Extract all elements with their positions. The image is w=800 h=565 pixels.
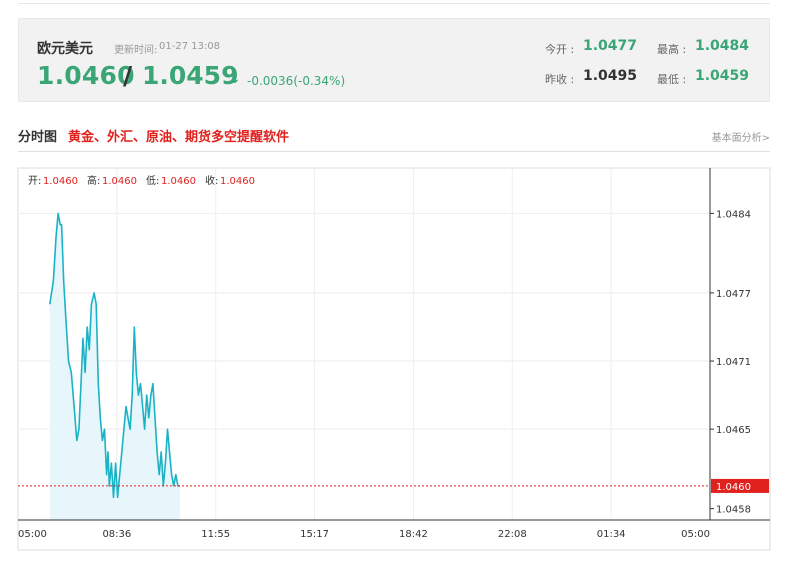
price-tick-label: 1.0458 [716,505,751,516]
price-tick-label: 1.0484 [716,209,751,220]
ad-link[interactable]: 黄金、外汇、原油、期货多空提醒软件 [68,126,289,145]
fundamental-analysis-link[interactable]: 基本面分析> [712,129,770,144]
update-time: 01-27 13:08 [159,41,221,52]
high-readout-label: 高: [87,174,100,187]
update-time-label: 更新时间: [114,45,158,56]
high-value: 1.0484 [695,38,750,54]
open-value: 1.0460 [43,176,78,187]
down-arrow-icon: ↓ [229,71,241,87]
quote-panel: 欧元美元 更新时间: 01-27 13:08 1.0460 / 1.0459 ↓… [18,18,770,102]
time-tick-label: 22:08 [498,529,527,540]
time-tick-label: 05:00 [681,529,710,540]
high-readout-value: 1.0460 [102,176,137,187]
low-readout-label: 低: [146,174,159,187]
top-divider [18,0,770,4]
open-label: 开: [28,176,41,187]
intraday-chart[interactable]: 1.0484 1.0477 1.0471 1.0465 1.0458 05:00 08:3… [0,160,800,560]
high-label: 最高 : [657,43,687,56]
price-tick-label: 1.0471 [716,357,751,368]
price-tick-label: 1.0477 [716,289,751,300]
ask-price: 1.0459 [142,61,239,90]
time-tick-label: 08:36 [102,529,131,540]
time-tick-label: 11:55 [201,529,230,540]
time-tick-label: 18:42 [399,529,428,540]
close-label: 收: [205,174,218,187]
time-tick-label: 15:17 [300,529,329,540]
today-open-label: 今开 : [545,43,575,56]
low-label: 最低 : [657,73,687,86]
close-value: 1.0460 [220,176,255,187]
prev-close-value: 1.0495 [583,68,638,84]
low-value: 1.0459 [695,68,750,84]
section-divider [18,151,770,152]
today-open-value: 1.0477 [583,38,638,54]
price-tick-label: 1.0465 [716,425,751,436]
pair-name: 欧元美元 [37,41,93,57]
price-change: -0.0036(-0.34%) [247,74,346,88]
prev-close-label: 昨收 : [545,73,575,86]
section-title: 分时图 [18,130,58,145]
chart-svg[interactable]: 1.0484 1.0477 1.0471 1.0465 1.0458 05:00 08:3… [0,160,800,560]
low-readout-value: 1.0460 [161,176,196,187]
time-tick-label: 05:00 [18,529,47,540]
bid-price: 1.0460 [37,61,135,90]
price-separator: / [123,61,133,90]
current-price-label: 1.0460 [716,482,751,493]
time-tick-label: 01:34 [597,529,626,540]
